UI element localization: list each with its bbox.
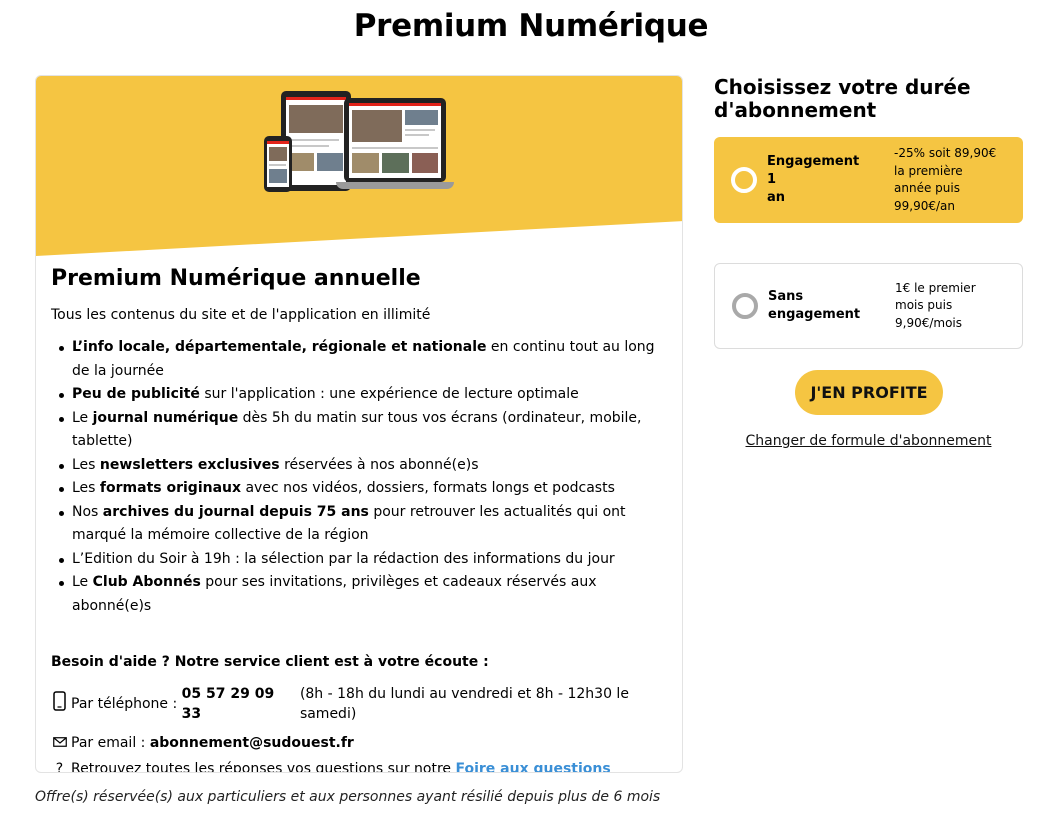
laptop-image — [336, 98, 454, 192]
email-address[interactable]: abonnement@sudouest.fr — [150, 733, 354, 753]
duration-title: Choisissez votre durée d'abonnement — [714, 76, 1024, 122]
hero-banner — [36, 76, 682, 256]
offer-title: Premium Numérique annuelle — [51, 266, 421, 291]
feature-item: L’info locale, départementale, régionale… — [51, 336, 671, 383]
faq-link[interactable]: Foire aux questions — [455, 759, 610, 772]
phone-icon — [51, 691, 68, 717]
feature-item: Le journal numérique dès 5h du matin sur… — [51, 407, 671, 454]
option-engagement-1-year[interactable]: Engagement 1 an -25% soit 89,90€ la premiè… — [714, 137, 1023, 223]
email-icon — [51, 733, 68, 753]
phone-prefix: Par téléphone : — [71, 696, 182, 712]
option-price-description: 1€ le premier mois puis 9,90€/mois — [895, 280, 976, 330]
feature-item: Les formats originaux avec nos vidéos, d… — [51, 477, 671, 501]
option-no-engagement[interactable]: Sans engagement 1€ le premier mois puis 9,9… — [714, 263, 1023, 349]
radio-button[interactable] — [732, 293, 758, 319]
help-faq-row: ? Retrouvez toutes les réponses vos ques… — [51, 759, 671, 773]
option-label: Engagement 1 an — [767, 154, 860, 205]
help-phone-row: Par téléphone : 05 57 29 09 33 (8h - 18h… — [51, 684, 671, 724]
option-price-description: -25% soit 89,90€ la première année puis 99,… — [894, 146, 997, 213]
change-plan-link[interactable]: Changer de formule d'abonnement — [714, 433, 1023, 449]
feature-item: L’Edition du Soir à 19h : la sélection p… — [51, 548, 671, 572]
offer-subtitle: Tous les contenus du site et de l'applic… — [51, 307, 431, 323]
email-prefix: Par email : — [71, 735, 150, 751]
subscribe-button[interactable]: J'EN PROFITE — [795, 370, 943, 415]
phone-hours: (8h - 18h du lundi au vendredi et 8h - 1… — [299, 686, 629, 722]
option-label: Sans engagement — [768, 289, 861, 322]
help-title: Besoin d'aide ? Notre service client est… — [51, 654, 489, 670]
radio-button[interactable] — [731, 167, 757, 193]
duration-title-line2: d'abonnement — [714, 98, 877, 122]
question-icon: ? — [55, 761, 64, 773]
feature-item: Le Club Abonnés pour ses invitations, pr… — [51, 571, 671, 618]
feature-item: Peu de publicité sur l'application : une… — [51, 383, 671, 407]
feature-list: L’info locale, départementale, régionale… — [51, 336, 671, 618]
offer-footnote: Offre(s) réservée(s) aux particuliers et… — [35, 789, 661, 805]
help-email-row: Par email : abonnement@sudouest.fr — [51, 733, 671, 753]
page-title: Premium Numérique — [353, 8, 709, 44]
faq-prefix: Retrouvez toutes les réponses vos questi… — [71, 761, 456, 773]
phone-number[interactable]: 05 57 29 09 33 — [182, 684, 293, 724]
feature-item: Nos archives du journal depuis 75 ans po… — [51, 501, 671, 548]
card-body: Premium Numérique annuelle Tous les cont… — [51, 264, 671, 773]
feature-item: Les newsletters exclusives réservées à n… — [51, 454, 671, 478]
offer-card: Premium Numérique annuelle Tous les cont… — [35, 75, 683, 773]
phone-image — [264, 136, 292, 192]
duration-title-line1: Choisissez votre durée — [714, 75, 971, 99]
